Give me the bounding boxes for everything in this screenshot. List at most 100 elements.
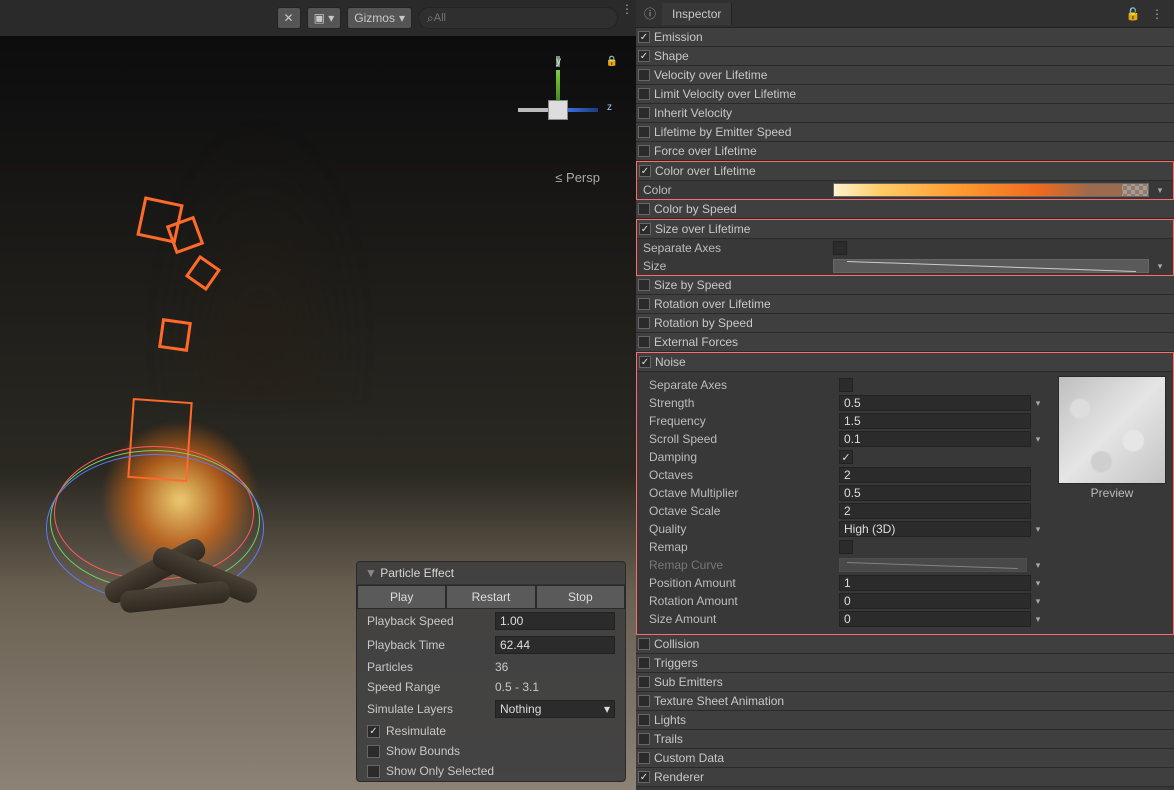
module-noise[interactable]: Noise [637, 353, 1173, 371]
kebab-icon[interactable]: ⋮ [1148, 7, 1166, 21]
module-external-forces[interactable]: External Forces [636, 333, 1174, 351]
module-custom-data[interactable]: Custom Data [636, 749, 1174, 767]
custom-data-checkbox[interactable] [638, 752, 650, 764]
sol-separate-axes-label: Separate Axes [643, 241, 833, 255]
chevron-down-icon[interactable]: ▾ [1031, 596, 1045, 607]
noise-octave-multiplier-field[interactable]: 0.5 [839, 485, 1031, 501]
module-velocity-over-lifetime[interactable]: Velocity over Lifetime [636, 66, 1174, 84]
stop-button[interactable]: Stop [536, 585, 625, 609]
noise-quality-field[interactable]: High (3D) [839, 521, 1031, 537]
gizmos-dropdown[interactable]: Gizmos ▾ [347, 7, 412, 29]
module-emission[interactable]: Emission [636, 28, 1174, 46]
lock-icon[interactable]: 🔓 [1124, 7, 1142, 21]
noise-remap-checkbox[interactable] [839, 540, 853, 554]
noise-separate-axes-label: Separate Axes [649, 378, 839, 392]
resimulate-checkbox[interactable] [367, 725, 380, 738]
triggers-checkbox[interactable] [638, 657, 650, 669]
noise-separate-axes-checkbox[interactable] [839, 378, 853, 392]
playback-speed-field[interactable]: 1.00 [495, 612, 615, 630]
show-only-selected-checkbox[interactable] [367, 765, 380, 778]
chevron-down-icon[interactable]: ▾ [1031, 614, 1045, 625]
lock-icon[interactable]: 🔒 [606, 56, 618, 67]
module-color-by-speed[interactable]: Color by Speed [636, 200, 1174, 218]
chevron-down-icon[interactable]: ▾ [1153, 261, 1167, 272]
module-lifetime-by-emitter-speed[interactable]: Lifetime by Emitter Speed [636, 123, 1174, 141]
noise-octaves-label: Octaves [649, 468, 839, 482]
lifetime-by-emitter-speed-checkbox[interactable] [638, 126, 650, 138]
show-only-selected-label: Show Only Selected [386, 764, 494, 778]
rotation-over-lifetime-checkbox[interactable] [638, 298, 650, 310]
chevron-down-icon[interactable]: ▾ [1153, 185, 1167, 196]
module-lights[interactable]: Lights [636, 711, 1174, 729]
chevron-down-icon[interactable]: ▾ [1031, 434, 1045, 445]
noise-checkbox[interactable] [639, 356, 651, 368]
module-rotation-by-speed[interactable]: Rotation by Speed [636, 314, 1174, 332]
play-button[interactable]: Play [357, 585, 446, 609]
speed-range-label: Speed Range [367, 680, 440, 694]
size-curve-field[interactable] [833, 259, 1149, 273]
module-sub-emitters[interactable]: Sub Emitters [636, 673, 1174, 691]
texture-sheet-animation-checkbox[interactable] [638, 695, 650, 707]
simulate-layers-field[interactable]: Nothing▾ [495, 700, 615, 718]
noise-frequency-field[interactable]: 1.5 [839, 413, 1031, 429]
noise-size-amount-label: Size Amount [649, 612, 839, 626]
restart-button[interactable]: Restart [446, 585, 535, 609]
color-gradient-field[interactable] [833, 183, 1149, 197]
trails-checkbox[interactable] [638, 733, 650, 745]
camera-dropdown[interactable]: ▣ ▾ [307, 7, 342, 29]
velocity-over-lifetime-checkbox[interactable] [638, 69, 650, 81]
noise-rotation-amount-field[interactable]: 0 [839, 593, 1031, 609]
sub-emitters-checkbox[interactable] [638, 676, 650, 688]
noise-size-amount-field[interactable]: 0 [839, 611, 1031, 627]
module-inherit-velocity[interactable]: Inherit Velocity [636, 104, 1174, 122]
noise-remap-curve-field [839, 558, 1027, 572]
module-renderer[interactable]: Renderer [636, 768, 1174, 786]
orientation-gizmo[interactable]: 🔒 y z [508, 60, 608, 160]
search-field[interactable] [434, 12, 609, 24]
external-forces-checkbox[interactable] [638, 336, 650, 348]
noise-octaves-field[interactable]: 2 [839, 467, 1031, 483]
lights-checkbox[interactable] [638, 714, 650, 726]
noise-scroll-speed-field[interactable]: 0.1 [839, 431, 1031, 447]
tools-icon[interactable]: ✕ [277, 7, 301, 29]
size-by-speed-checkbox[interactable] [638, 279, 650, 291]
rotation-by-speed-checkbox[interactable] [638, 317, 650, 329]
chevron-down-icon[interactable]: ▾ [1031, 524, 1045, 535]
sol-separate-axes-checkbox[interactable] [833, 241, 847, 255]
collision-checkbox[interactable] [638, 638, 650, 650]
inspector-tab[interactable]: Inspector [662, 3, 732, 25]
module-texture-sheet-animation[interactable]: Texture Sheet Animation [636, 692, 1174, 710]
playback-time-field[interactable]: 62.44 [495, 636, 615, 654]
module-trails[interactable]: Trails [636, 730, 1174, 748]
noise-strength-field[interactable]: 0.5 [839, 395, 1031, 411]
color-over-lifetime-checkbox[interactable] [639, 165, 651, 177]
module-triggers[interactable]: Triggers [636, 654, 1174, 672]
show-bounds-checkbox[interactable] [367, 745, 380, 758]
module-size-by-speed[interactable]: Size by Speed [636, 276, 1174, 294]
projection-label[interactable]: ≤ Persp [555, 170, 600, 185]
module-color-over-lifetime[interactable]: Color over Lifetime [637, 162, 1173, 180]
chevron-down-icon[interactable]: ▾ [1031, 578, 1045, 589]
module-shape[interactable]: Shape [636, 47, 1174, 65]
renderer-checkbox[interactable] [638, 771, 650, 783]
module-size-over-lifetime[interactable]: Size over Lifetime [637, 220, 1173, 238]
module-rotation-over-lifetime[interactable]: Rotation over Lifetime [636, 295, 1174, 313]
search-input[interactable]: ⌕ [418, 7, 618, 29]
noise-position-amount-field[interactable]: 1 [839, 575, 1031, 591]
module-collision[interactable]: Collision [636, 635, 1174, 653]
noise-octave-scale-field[interactable]: 2 [839, 503, 1031, 519]
particles-value: 36 [495, 660, 615, 674]
emission-checkbox[interactable] [638, 31, 650, 43]
module-force-over-lifetime[interactable]: Force over Lifetime [636, 142, 1174, 160]
shape-checkbox[interactable] [638, 50, 650, 62]
kebab-icon[interactable]: ⋮ [618, 0, 636, 18]
scene-view[interactable]: ✕ ▣ ▾ Gizmos ▾ ⌕ ⋮ 🔒 y z ≤ Persp [0, 0, 636, 790]
module-limit-velocity-over-lifetime[interactable]: Limit Velocity over Lifetime [636, 85, 1174, 103]
chevron-down-icon[interactable]: ▾ [1031, 398, 1045, 409]
noise-damping-checkbox[interactable] [839, 450, 853, 464]
size-over-lifetime-checkbox[interactable] [639, 223, 651, 235]
color-by-speed-checkbox[interactable] [638, 203, 650, 215]
force-over-lifetime-checkbox[interactable] [638, 145, 650, 157]
limit-velocity-checkbox[interactable] [638, 88, 650, 100]
inherit-velocity-checkbox[interactable] [638, 107, 650, 119]
